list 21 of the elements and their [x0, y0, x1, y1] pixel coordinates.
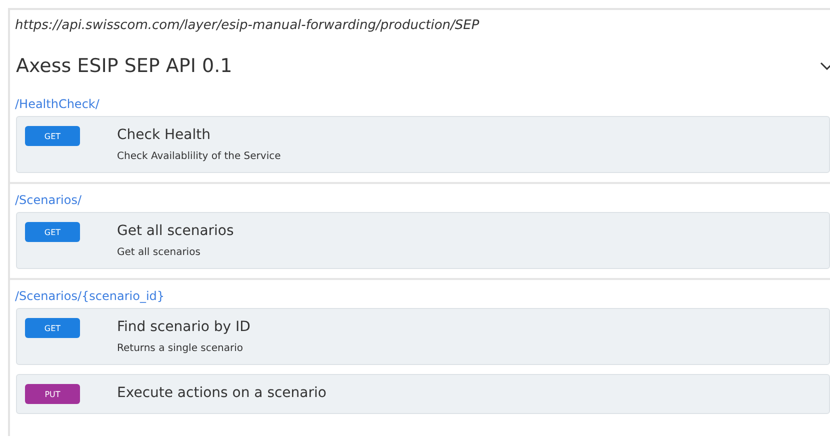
operation-card[interactable]: GET Get all scenarios Get all scenarios [16, 212, 830, 269]
operation-summary: Execute actions on a scenario [117, 384, 326, 403]
endpoint-path-link[interactable]: /Scenarios/ [15, 193, 82, 207]
operation-card[interactable]: GET Find scenario by ID Returns a single scenario [16, 308, 830, 365]
endpoint-path-link[interactable]: /HealthCheck/ [15, 97, 100, 111]
operation-description: Check Availablility of the Service [117, 151, 281, 164]
method-badge: GET [25, 126, 80, 146]
method-badge: PUT [25, 384, 80, 404]
operation-card[interactable]: PUT Execute actions on a scenario [16, 374, 830, 414]
method-badge: GET [25, 318, 80, 338]
endpoint-path-link[interactable]: /Scenarios/{scenario_id} [15, 289, 165, 303]
operation-summary: Find scenario by ID [117, 318, 250, 337]
method-badge: GET [25, 222, 80, 242]
operation-description: Get all scenarios [117, 247, 202, 260]
server-url: https://api.swisscom.com/layer/esip-manual-forwarding/production/SEP [14, 17, 480, 33]
operation-description: Returns a single scenario [117, 343, 244, 356]
operation-card[interactable]: GET Check Health Check Availablility of the Service [16, 116, 830, 173]
chevron-down-icon[interactable] [820, 62, 830, 70]
operation-summary: Get all scenarios [117, 222, 234, 241]
api-title: Axess ESIP SEP API 0.1 [16, 55, 232, 77]
operation-summary: Check Health [117, 126, 212, 145]
